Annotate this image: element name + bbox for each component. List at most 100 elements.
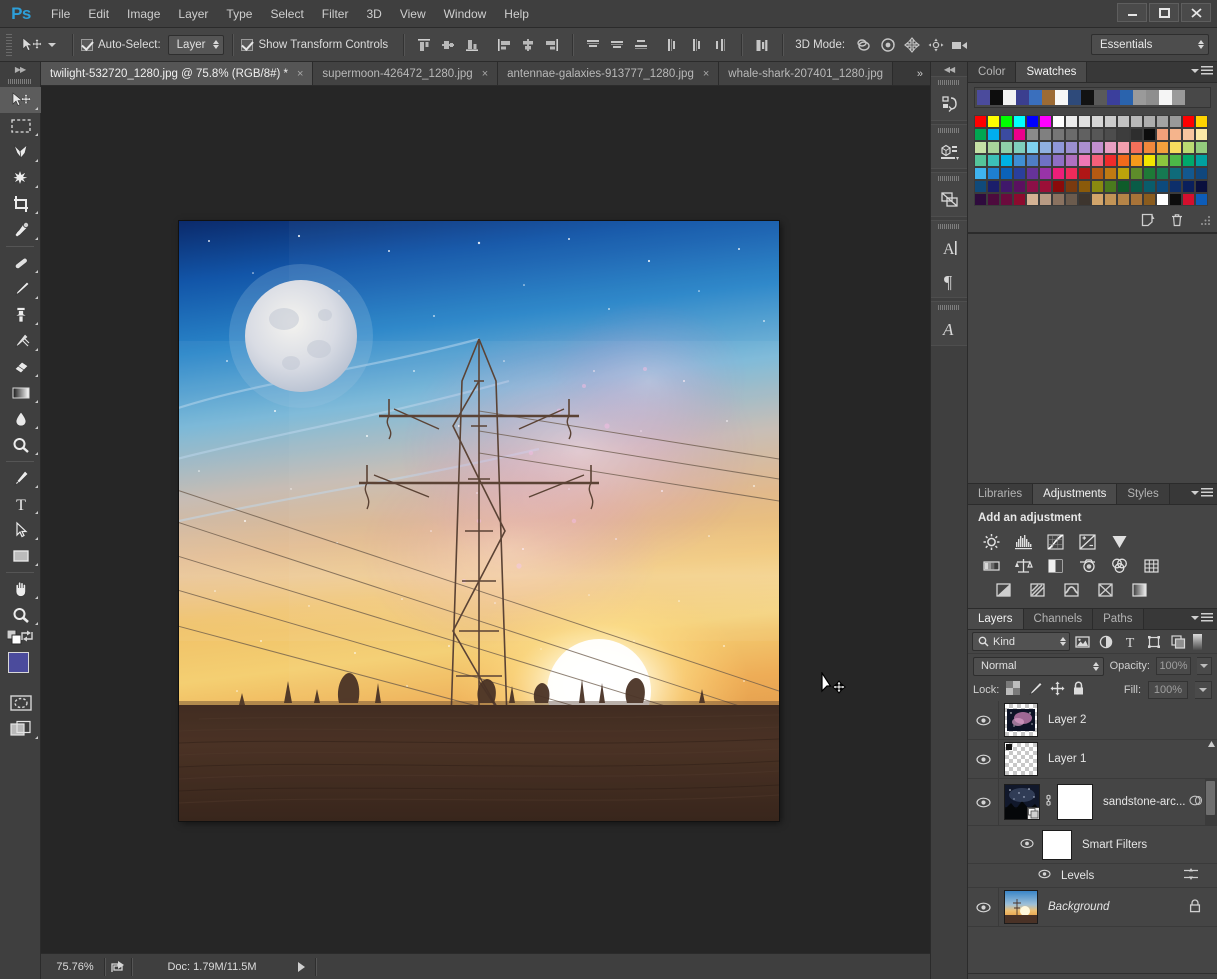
swatch-3-7[interactable] <box>1065 154 1078 167</box>
brush-tool[interactable] <box>0 276 41 302</box>
rectangle-tool[interactable] <box>0 543 41 569</box>
swatch-3-16[interactable] <box>1182 154 1195 167</box>
swatch-1-0[interactable] <box>974 128 987 141</box>
tool-preset-chevron-icon[interactable] <box>48 42 56 47</box>
recent-swatch-14[interactable] <box>1159 90 1172 105</box>
swatch-2-5[interactable] <box>1039 141 1052 154</box>
document-canvas[interactable] <box>179 221 779 821</box>
layer-visibility-toggle[interactable] <box>968 700 999 740</box>
recent-swatch-1[interactable] <box>990 90 1003 105</box>
menu-view[interactable]: View <box>391 0 435 28</box>
swatch-6-11[interactable] <box>1117 193 1130 206</box>
swatch-2-0[interactable] <box>974 141 987 154</box>
curves-icon[interactable] <box>1044 532 1066 552</box>
color-balance-icon[interactable] <box>1012 556 1034 576</box>
swatch-1-3[interactable] <box>1013 128 1026 141</box>
menu-layer[interactable]: Layer <box>169 0 217 28</box>
swatch-2-9[interactable] <box>1091 141 1104 154</box>
swatch-1-12[interactable] <box>1130 128 1143 141</box>
layer-thumbnail[interactable] <box>1004 742 1038 776</box>
swatch-6-1[interactable] <box>987 193 1000 206</box>
move-tool[interactable] <box>0 87 41 113</box>
panel-tab-color[interactable]: Color <box>968 62 1017 82</box>
panel-tab-swatches[interactable]: Swatches <box>1016 62 1088 82</box>
swatch-1-5[interactable] <box>1039 128 1052 141</box>
recent-swatch-9[interactable] <box>1094 90 1107 105</box>
panel-group-grip[interactable] <box>931 125 967 135</box>
recent-swatch-6[interactable] <box>1055 90 1068 105</box>
tools-panel-grip[interactable] <box>0 76 40 87</box>
swatch-4-1[interactable] <box>987 167 1000 180</box>
layer-visibility-toggle[interactable] <box>968 739 999 779</box>
workspace-dropdown[interactable]: Essentials <box>1091 34 1209 55</box>
clone-stamp-tool[interactable] <box>0 302 41 328</box>
swatch-4-10[interactable] <box>1104 167 1117 180</box>
path-selection-tool[interactable] <box>0 517 41 543</box>
swatch-1-16[interactable] <box>1182 128 1195 141</box>
swatch-0-8[interactable] <box>1078 115 1091 128</box>
swatch-3-4[interactable] <box>1026 154 1039 167</box>
swatch-4-8[interactable] <box>1078 167 1091 180</box>
swatch-0-17[interactable] <box>1195 115 1208 128</box>
expand-arrow-icon[interactable] <box>298 961 305 972</box>
swatch-3-11[interactable] <box>1117 154 1130 167</box>
align-bottom-edges-button[interactable] <box>460 33 484 57</box>
smart-filters-visibility-toggle[interactable] <box>1020 838 1034 852</box>
minimize-button[interactable] <box>1117 3 1147 22</box>
auto-align-layers-button[interactable] <box>750 33 774 57</box>
swatch-4-11[interactable] <box>1117 167 1130 180</box>
swatch-2-4[interactable] <box>1026 141 1039 154</box>
swatch-4-4[interactable] <box>1026 167 1039 180</box>
lock-image-pixels-button[interactable] <box>1027 681 1043 698</box>
panel-menu-button[interactable] <box>1191 488 1213 498</box>
swatch-4-6[interactable] <box>1052 167 1065 180</box>
swatch-6-14[interactable] <box>1156 193 1169 206</box>
swatch-5-13[interactable] <box>1143 180 1156 193</box>
panel-tab-layers[interactable]: Layers <box>968 609 1024 629</box>
swatch-1-4[interactable] <box>1026 128 1039 141</box>
table-row[interactable]: Layer 1 <box>968 739 1217 779</box>
dodge-tool[interactable] <box>0 432 41 458</box>
opacity-slider-button[interactable] <box>1197 657 1212 675</box>
menu-select[interactable]: Select <box>261 0 312 28</box>
swatch-0-0[interactable] <box>974 115 987 128</box>
swatch-2-7[interactable] <box>1065 141 1078 154</box>
exposure-icon[interactable] <box>1076 532 1098 552</box>
panel-group-grip[interactable] <box>931 221 967 231</box>
resize-grip-icon[interactable] <box>1200 215 1211 229</box>
auto-select-checkbox[interactable] <box>81 38 93 51</box>
swatch-4-16[interactable] <box>1182 167 1195 180</box>
swatch-4-5[interactable] <box>1039 167 1052 180</box>
swatch-6-8[interactable] <box>1078 193 1091 206</box>
layers-scrollbar-track[interactable] <box>1205 741 1217 825</box>
swatch-1-1[interactable] <box>987 128 1000 141</box>
layer-name[interactable]: Background <box>1048 901 1109 913</box>
swatch-5-4[interactable] <box>1026 180 1039 193</box>
swatch-5-3[interactable] <box>1013 180 1026 193</box>
options-bar-grip[interactable] <box>4 33 14 56</box>
swatch-0-3[interactable] <box>1013 115 1026 128</box>
collapse-tools-button[interactable]: ▶▶ <box>0 62 40 76</box>
swatch-4-3[interactable] <box>1013 167 1026 180</box>
smart-filter-item-row[interactable]: Levels <box>968 864 1217 888</box>
swatch-3-15[interactable] <box>1169 154 1182 167</box>
recent-swatch-13[interactable] <box>1146 90 1159 105</box>
swatch-5-2[interactable] <box>1000 180 1013 193</box>
swatch-2-2[interactable] <box>1000 141 1013 154</box>
layer-name[interactable]: Layer 2 <box>1048 714 1086 726</box>
filter-type-layers-button[interactable]: T <box>1118 632 1142 652</box>
menu-file[interactable]: File <box>42 0 79 28</box>
swatch-4-15[interactable] <box>1169 167 1182 180</box>
swatch-3-13[interactable] <box>1143 154 1156 167</box>
swatch-0-9[interactable] <box>1091 115 1104 128</box>
blend-mode-dropdown[interactable]: Normal <box>973 656 1104 676</box>
swatch-2-1[interactable] <box>987 141 1000 154</box>
panel-menu-button[interactable] <box>1191 613 1213 623</box>
hue-saturation-icon[interactable] <box>980 556 1002 576</box>
recent-swatch-10[interactable] <box>1107 90 1120 105</box>
lock-transparent-pixels-button[interactable] <box>1006 681 1021 698</box>
layer-thumbnail[interactable] <box>1004 703 1038 737</box>
filter-adjustment-layers-button[interactable] <box>1094 632 1118 652</box>
distribute-left-edges-button[interactable] <box>661 33 685 57</box>
vibrance-icon[interactable] <box>1108 532 1130 552</box>
